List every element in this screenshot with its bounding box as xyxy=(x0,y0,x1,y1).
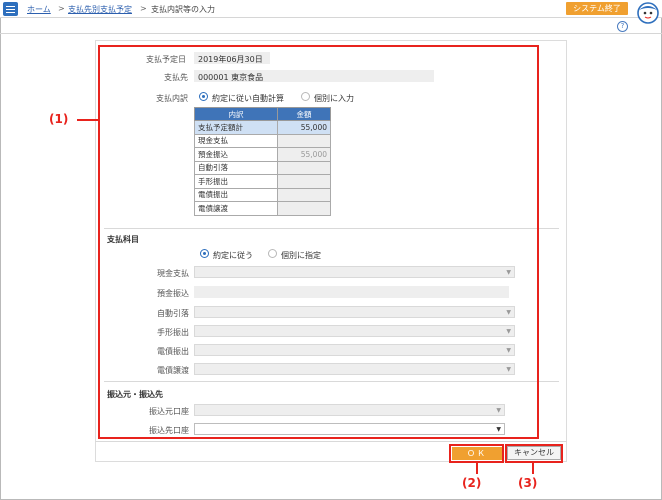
annotation-leader-line xyxy=(532,463,534,474)
callout-3: (3) xyxy=(518,476,538,490)
annotation-leader-line xyxy=(77,119,98,121)
help-icon[interactable]: ? xyxy=(617,21,628,32)
annotation-box-2 xyxy=(449,444,504,463)
mascot-icon[interactable] xyxy=(634,0,660,24)
callout-2: (2) xyxy=(462,476,482,490)
annotation-leader-line xyxy=(476,463,478,474)
hamburger-menu-icon[interactable] xyxy=(3,2,18,16)
breadcrumb-separator: > xyxy=(140,4,147,13)
breadcrumb-separator: > xyxy=(58,4,65,13)
breadcrumb-home[interactable]: ホーム xyxy=(27,4,51,15)
divider xyxy=(0,33,662,34)
breadcrumb-payment-schedule[interactable]: 支払先別支払予定 xyxy=(68,4,132,15)
system-end-button[interactable]: システム終了 xyxy=(566,2,628,15)
footer-divider xyxy=(95,441,567,442)
callout-1: (1) xyxy=(49,112,69,126)
breadcrumb-current: 支払内訳等の入力 xyxy=(151,5,215,14)
annotation-box-1 xyxy=(98,45,539,439)
top-bar: ホーム > 支払先別支払予定 > 支払内訳等の入力 システム終了 xyxy=(0,0,662,18)
annotation-box-3 xyxy=(505,444,563,463)
